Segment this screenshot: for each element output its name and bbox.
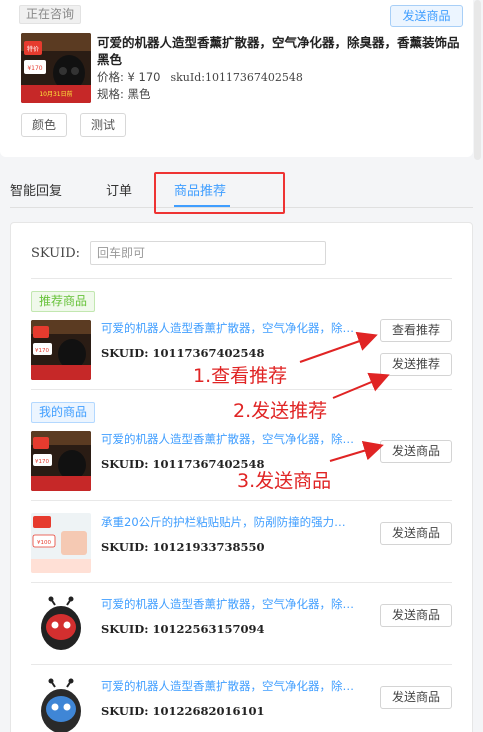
- divider: [31, 389, 452, 390]
- annotation-step-1: 1.查看推荐: [193, 365, 288, 387]
- tag-test-button[interactable]: 测试: [80, 113, 127, 137]
- send-product-button[interactable]: 发送商品: [380, 440, 452, 463]
- promo-price-text: ¥170: [27, 65, 42, 72]
- promo-price-text: ¥170: [35, 459, 49, 465]
- product-title-link[interactable]: 可爱的机器人造型香薰扩散器，空气净化器，除臭器，香薰装饰品: [101, 678, 357, 694]
- current-product-card: 正在咨询 发送商品 特价 ¥170 10月31日前 可爱的机器人造型香薰扩散器，…: [0, 0, 473, 157]
- product-title: 可爱的机器人造型香薰扩散器，空气净化器，除臭器，香薰装饰品 黑色: [97, 35, 460, 67]
- divider: [31, 500, 452, 501]
- status-badge: 正在咨询: [19, 5, 82, 24]
- send-product-button[interactable]: 发送商品: [380, 686, 452, 709]
- skuid-search-input[interactable]: 回车即可: [90, 241, 326, 265]
- product-thumbnail: ¥170: [31, 431, 91, 491]
- view-recommend-button[interactable]: 查看推荐: [380, 319, 452, 342]
- product-thumbnail: 特价 ¥170 10月31日前: [21, 33, 91, 103]
- product-sku: SKUID: 10122563157094: [101, 622, 265, 636]
- tab-smart-reply[interactable]: 智能回复: [10, 180, 62, 199]
- recommended-section-tag: 推荐商品: [31, 291, 96, 312]
- send-product-button[interactable]: 发送商品: [380, 522, 452, 545]
- send-product-button[interactable]: 发送商品: [390, 5, 463, 27]
- product-spec: 规格: 黑色: [97, 87, 151, 101]
- product-title-link[interactable]: 可爱的机器人造型香薰扩散器，空气净化器，除臭器，香薰装饰品: [101, 320, 357, 336]
- blue-robot-thumbnail: [31, 675, 91, 732]
- red-robot-thumbnail: [31, 595, 91, 655]
- divider: [31, 278, 452, 279]
- skuid-label: SKUID:: [31, 246, 81, 261]
- promo-price-text: ¥170: [35, 348, 49, 354]
- divider: [31, 664, 452, 665]
- product-title-link[interactable]: 可爱的机器人造型香薰扩散器，空气净化器，除臭器，香薰装饰品: [101, 431, 357, 447]
- highlight-box: [154, 172, 285, 214]
- promo-banner-text: 10月31日前: [39, 90, 72, 98]
- tag-color-button[interactable]: 颜色: [21, 113, 68, 137]
- my-products-section-tag: 我的商品: [31, 402, 96, 423]
- product-sku: SKUID: 10117367402548: [101, 346, 265, 360]
- product-price-line: 价格: ¥ 170 skuId:10117367402548: [97, 69, 303, 85]
- product-thumbnail: ¥100: [31, 513, 91, 573]
- send-product-button[interactable]: 发送商品: [380, 604, 452, 627]
- annotation-step-2: 2.发送推荐: [233, 400, 328, 422]
- promo-badge-text: 特价: [27, 45, 39, 53]
- product-title-link[interactable]: 可爱的机器人造型香薰扩散器，空气净化器，除臭器，香薰装饰品: [101, 596, 357, 612]
- product-title-link[interactable]: 承重20公斤的护栏粘贴贴片，防剐防撞的强力胶粘贴: [101, 514, 357, 530]
- divider: [31, 582, 452, 583]
- promo-price-text: ¥100: [37, 540, 51, 546]
- product-sku: SKUID: 10121933738550: [101, 540, 265, 554]
- tab-orders[interactable]: 订单: [106, 180, 132, 199]
- product-thumbnail: ¥170: [31, 320, 91, 380]
- product-sku-id: skuId:10117367402548: [170, 71, 303, 84]
- product-price: 价格: ¥ 170: [97, 70, 161, 84]
- send-recommend-button[interactable]: 发送推荐: [380, 353, 452, 376]
- product-sku: SKUID: 10122682016101: [101, 704, 265, 718]
- annotation-step-3: 3.发送商品: [237, 470, 332, 492]
- scrollbar[interactable]: [474, 0, 481, 160]
